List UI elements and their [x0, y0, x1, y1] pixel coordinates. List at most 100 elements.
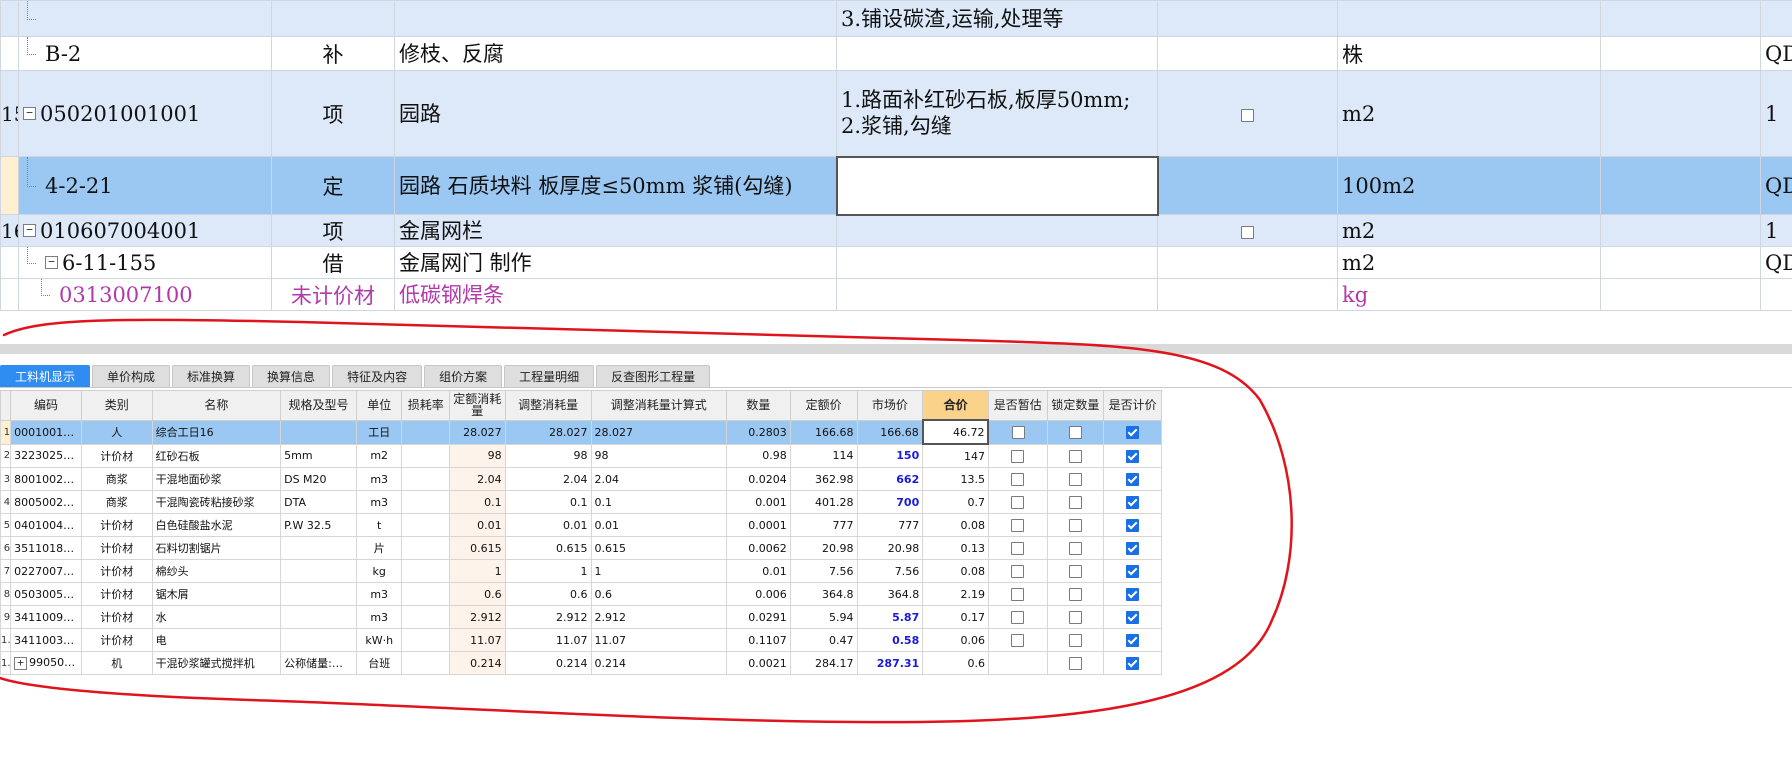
- adjusted-consumption[interactable]: 0.6: [504, 582, 592, 606]
- item-row[interactable]: 16−010607004001项金属网栏m21: [0, 214, 1792, 247]
- material-name[interactable]: 干混陶瓷砖粘接砂浆: [151, 490, 282, 514]
- item-feature[interactable]: 1.路面补红砂石板,板厚50mm; 2.浆铺,勾缝: [836, 70, 1158, 157]
- lock-checkbox-cell[interactable]: [1046, 536, 1105, 560]
- column-header-0[interactable]: 编码: [10, 390, 82, 421]
- adjusted-consumption[interactable]: 0.01: [504, 513, 592, 537]
- checkbox[interactable]: [1068, 564, 1082, 578]
- item-name[interactable]: 低碳钢焊条: [394, 278, 837, 311]
- lock-checkbox-cell[interactable]: [1046, 559, 1105, 583]
- loss-rate[interactable]: [401, 513, 450, 537]
- material-name[interactable]: 电: [151, 628, 282, 652]
- quantity[interactable]: 0.0204: [726, 467, 791, 491]
- material-row[interactable]: 4 8005002101 商浆 干混陶瓷砖粘接砂浆 DTA m3 0.1 0.1 0.1 0.00…: [0, 490, 1162, 514]
- tab-3[interactable]: 换算信息: [252, 365, 331, 387]
- material-code[interactable]: 0227007100: [10, 559, 82, 583]
- checkbox[interactable]: [1126, 472, 1140, 486]
- adjusted-formula[interactable]: 0.01: [590, 513, 728, 537]
- tab-4[interactable]: 特征及内容: [332, 365, 423, 387]
- quota-consumption[interactable]: 2.04: [448, 467, 506, 491]
- material-name[interactable]: 综合工日16: [151, 419, 282, 445]
- estimate-checkbox-cell[interactable]: [987, 559, 1048, 583]
- item-type[interactable]: 借: [271, 246, 395, 279]
- checkbox[interactable]: [1126, 518, 1140, 532]
- adjusted-formula[interactable]: 28.027: [590, 419, 728, 445]
- item-extra[interactable]: 1: [1760, 70, 1792, 157]
- item-extra[interactable]: QDI: [1760, 36, 1792, 71]
- adjusted-formula[interactable]: 0.6: [590, 582, 728, 606]
- priced-checkbox-cell[interactable]: [1103, 443, 1162, 468]
- checkbox[interactable]: [1011, 495, 1025, 509]
- checkbox[interactable]: [1068, 610, 1082, 624]
- priced-checkbox-cell[interactable]: [1103, 513, 1162, 537]
- item-unit[interactable]: 株: [1337, 36, 1601, 71]
- collapse-icon[interactable]: −: [23, 223, 36, 237]
- priced-checkbox-cell[interactable]: [1103, 536, 1162, 560]
- estimate-checkbox-cell[interactable]: [987, 582, 1048, 606]
- item-row[interactable]: 4-2-21 定园路 石质块料 板厚度≤50mm 浆铺(勾缝) 100m2 QDI: [0, 155, 1792, 216]
- material-unit[interactable]: 工日: [355, 419, 403, 445]
- item-checkbox-cell[interactable]: [1157, 246, 1338, 279]
- item-unit[interactable]: m2: [1337, 70, 1601, 157]
- adjusted-formula[interactable]: 0.1: [590, 490, 728, 514]
- total-price[interactable]: 13.5: [922, 467, 989, 491]
- market-price[interactable]: 700: [856, 490, 924, 514]
- adjusted-consumption[interactable]: 2.912: [504, 605, 592, 629]
- column-header-3[interactable]: 规格及型号: [280, 390, 357, 421]
- item-checkbox-cell[interactable]: [1157, 36, 1338, 71]
- item-row[interactable]: 3.铺设碳渣,运输,处理等: [0, 0, 1792, 37]
- item-code[interactable]: −010607004001: [18, 214, 272, 247]
- material-category[interactable]: 计价材: [80, 513, 153, 537]
- checkbox[interactable]: [1126, 656, 1140, 670]
- material-code[interactable]: +9905005…: [10, 651, 82, 675]
- estimate-checkbox-cell[interactable]: [987, 443, 1048, 468]
- total-price[interactable]: 0.08: [922, 513, 989, 537]
- lock-checkbox-cell[interactable]: [1046, 582, 1105, 606]
- tab-1[interactable]: 单价构成: [92, 365, 171, 387]
- total-price[interactable]: 0.06: [922, 628, 989, 652]
- quota-price[interactable]: 114: [789, 443, 858, 468]
- material-name[interactable]: 水: [151, 605, 282, 629]
- column-header-2[interactable]: 名称: [151, 390, 282, 421]
- market-price[interactable]: 287.31: [856, 651, 924, 675]
- item-blank-cell[interactable]: [1600, 214, 1761, 247]
- adjusted-formula[interactable]: 2.912: [590, 605, 728, 629]
- quantity[interactable]: 0.0062: [726, 536, 791, 560]
- material-code[interactable]: 0001001316: [10, 419, 82, 445]
- lock-checkbox-cell[interactable]: [1046, 490, 1105, 514]
- loss-rate[interactable]: [401, 467, 450, 491]
- market-price[interactable]: 364.8: [856, 582, 924, 606]
- estimate-checkbox-cell[interactable]: [987, 605, 1048, 629]
- estimate-checkbox-cell[interactable]: [987, 651, 1048, 675]
- column-header-11[interactable]: 市场价: [856, 390, 924, 421]
- lock-checkbox-cell[interactable]: [1046, 513, 1105, 537]
- item-row[interactable]: B-2 补修枝、反腐 株 QDI: [0, 36, 1792, 71]
- quota-price[interactable]: 777: [789, 513, 858, 537]
- material-category[interactable]: 计价材: [80, 628, 153, 652]
- item-feature[interactable]: [836, 214, 1158, 247]
- total-price[interactable]: 0.13: [922, 536, 989, 560]
- total-price[interactable]: 0.08: [922, 559, 989, 583]
- item-row[interactable]: 15−050201001001项园路1.路面补红砂石板,板厚50mm; 2.浆铺…: [0, 70, 1792, 157]
- item-feature[interactable]: [836, 246, 1158, 279]
- item-unit[interactable]: m2: [1337, 246, 1601, 279]
- lock-checkbox-cell[interactable]: [1046, 628, 1105, 652]
- item-feature[interactable]: [836, 36, 1158, 71]
- checkbox[interactable]: [1126, 449, 1140, 463]
- material-unit[interactable]: m3: [355, 582, 403, 606]
- tab-2[interactable]: 标准换算: [172, 365, 251, 387]
- material-spec[interactable]: [280, 419, 357, 445]
- quota-consumption[interactable]: 2.912: [448, 605, 506, 629]
- item-blank-cell[interactable]: [1600, 156, 1761, 215]
- estimate-checkbox-cell[interactable]: [987, 628, 1048, 652]
- column-header-4[interactable]: 单位: [355, 390, 403, 421]
- material-unit[interactable]: m2: [355, 443, 403, 468]
- market-price[interactable]: 7.56: [856, 559, 924, 583]
- checkbox[interactable]: [1011, 564, 1025, 578]
- material-category[interactable]: 计价材: [80, 605, 153, 629]
- loss-rate[interactable]: [401, 443, 450, 468]
- adjusted-consumption[interactable]: 11.07: [504, 628, 592, 652]
- lock-checkbox-cell[interactable]: [1046, 605, 1105, 629]
- loss-rate[interactable]: [401, 536, 450, 560]
- column-header-9[interactable]: 数量: [726, 390, 791, 421]
- checkbox[interactable]: [1068, 656, 1082, 670]
